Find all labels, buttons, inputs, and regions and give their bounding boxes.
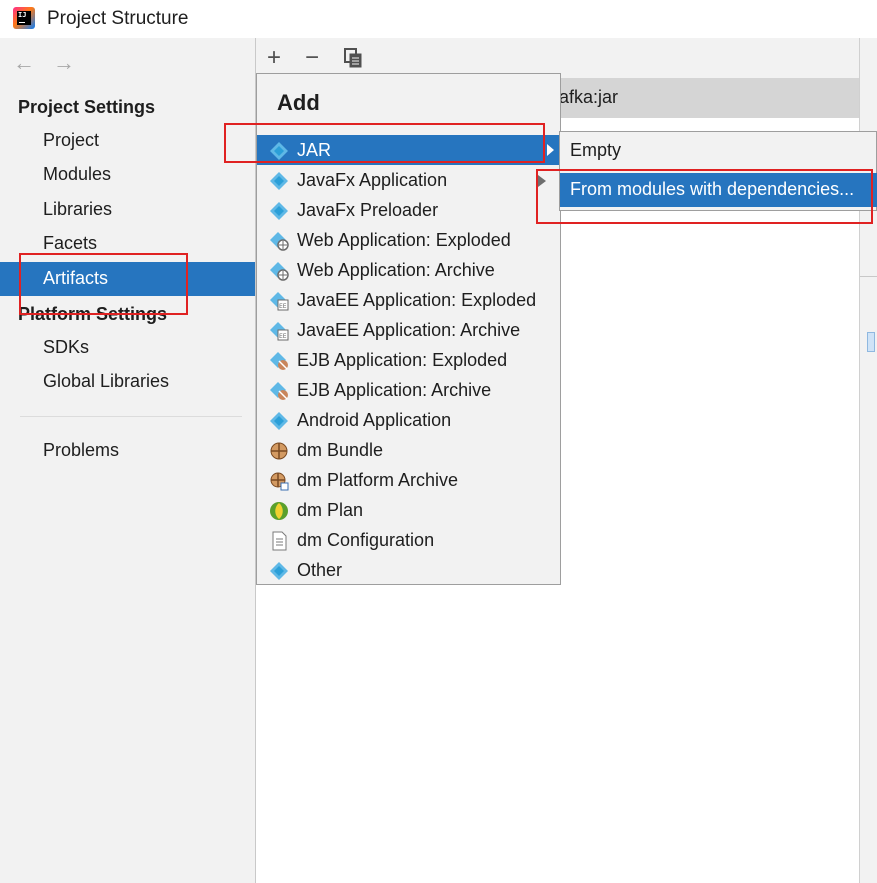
- title-bar: IJ Project Structure: [0, 0, 877, 38]
- ejb-icon: [270, 382, 288, 400]
- artifact-name: afka:jar: [559, 87, 619, 107]
- menu-item-label: Web Application: Exploded: [297, 230, 511, 250]
- sidebar-item-libraries[interactable]: Libraries: [0, 193, 255, 227]
- add-artifact-button[interactable]: +: [267, 44, 281, 72]
- document-icon: [272, 531, 287, 551]
- menu-item-other[interactable]: Other: [257, 555, 560, 585]
- menu-item-label: dm Configuration: [297, 530, 435, 550]
- sidebar-item-label: Problems: [43, 440, 120, 460]
- sidebar-item-sdks[interactable]: SDKs: [0, 331, 255, 365]
- menu-item-javaee-application-archive[interactable]: EE JavaEE Application: Archive: [257, 315, 560, 345]
- artifacts-toolbar: + −: [256, 38, 860, 78]
- menu-item-dm-plan[interactable]: dm Plan: [257, 495, 560, 525]
- android-icon: [270, 412, 288, 430]
- menu-item-ejb-application-archive[interactable]: EJB Application: Archive: [257, 375, 560, 405]
- window-title: Project Structure: [47, 8, 189, 29]
- svg-text:EE: EE: [279, 333, 287, 340]
- menu-item-dm-bundle[interactable]: dm Bundle: [257, 435, 560, 465]
- menu-item-dm-platform-archive[interactable]: dm Platform Archive: [257, 465, 560, 495]
- panel-divider: [860, 276, 877, 277]
- javaee-icon: EE: [270, 322, 289, 341]
- intellij-app-icon: IJ: [13, 7, 35, 29]
- project-settings-heading: Project Settings: [18, 97, 156, 117]
- ejb-icon: [270, 352, 288, 370]
- back-arrow-icon[interactable]: ←: [13, 50, 35, 76]
- menu-item-label: Other: [297, 560, 343, 580]
- forward-arrow-icon[interactable]: →: [53, 50, 75, 76]
- submenu-arrow-icon: [547, 144, 554, 156]
- sidebar-item-label: SDKs: [43, 337, 90, 357]
- popup-title: Add: [277, 90, 320, 115]
- sidebar-item-modules[interactable]: Modules: [0, 158, 255, 192]
- menu-item-label: JavaFx Preloader: [297, 200, 439, 220]
- web-app-icon: [270, 262, 289, 281]
- dm-plan-icon: [270, 502, 288, 520]
- annotation-box-jar: [224, 123, 545, 163]
- sidebar-item-label: Libraries: [43, 199, 113, 219]
- annotation-box-from-modules: [536, 169, 873, 224]
- menu-item-label: JavaEE Application: Exploded: [297, 290, 537, 310]
- menu-item-label: Android Application: [297, 410, 452, 430]
- menu-item-label: Web Application: Archive: [297, 260, 495, 280]
- menu-item-web-application-exploded[interactable]: Web Application: Exploded: [257, 225, 560, 255]
- javafx-icon: [270, 172, 288, 190]
- copy-icon[interactable]: [344, 48, 362, 68]
- sidebar-item-label: Project: [43, 130, 100, 150]
- menu-item-javafx-application[interactable]: JavaFx Application: [257, 165, 560, 195]
- menu-item-javaee-application-exploded[interactable]: EE JavaEE Application: Exploded: [257, 285, 560, 315]
- menu-item-ejb-application-exploded[interactable]: EJB Application: Exploded: [257, 345, 560, 375]
- output-layout-icon[interactable]: [867, 332, 875, 352]
- menu-item-android-application[interactable]: Android Application: [257, 405, 560, 435]
- menu-item-label: dm Platform Archive: [297, 470, 459, 490]
- javafx-icon: [270, 202, 288, 220]
- svg-text:EE: EE: [279, 303, 287, 310]
- menu-item-label: dm Plan: [297, 500, 364, 520]
- menu-item-label: EJB Application: Archive: [297, 380, 492, 400]
- menu-item-javafx-preloader[interactable]: JavaFx Preloader: [257, 195, 560, 225]
- annotation-box-artifacts: [19, 253, 188, 315]
- sidebar-item-label: Global Libraries: [43, 371, 170, 391]
- menu-item-label: EJB Application: Exploded: [297, 350, 508, 370]
- sidebar-divider: [20, 416, 242, 417]
- javaee-icon: EE: [270, 292, 289, 311]
- submenu-item-empty[interactable]: Empty: [560, 134, 877, 168]
- sidebar-item-project[interactable]: Project: [0, 124, 255, 158]
- dm-bundle-icon: [270, 442, 288, 460]
- artifact-icon: [270, 562, 288, 580]
- menu-item-label: dm Bundle: [297, 440, 384, 460]
- sidebar-item-problems[interactable]: Problems: [0, 434, 255, 468]
- remove-artifact-button[interactable]: −: [305, 44, 319, 72]
- menu-item-dm-configuration[interactable]: dm Configuration: [257, 525, 560, 555]
- sidebar-item-label: Facets: [43, 233, 98, 253]
- web-app-icon: [270, 232, 289, 251]
- submenu-item-label: Empty: [570, 140, 622, 160]
- sidebar-item-label: Modules: [43, 164, 112, 184]
- sidebar: ← → Project Settings Project Modules Lib…: [0, 38, 255, 883]
- menu-item-label: JavaEE Application: Archive: [297, 320, 521, 340]
- sidebar-item-global-libraries[interactable]: Global Libraries: [0, 365, 255, 399]
- menu-item-web-application-archive[interactable]: Web Application: Archive: [257, 255, 560, 285]
- dm-platform-icon: [270, 472, 289, 491]
- artifact-list-item[interactable]: afka:jar: [556, 78, 860, 118]
- menu-item-label: JavaFx Application: [297, 170, 448, 190]
